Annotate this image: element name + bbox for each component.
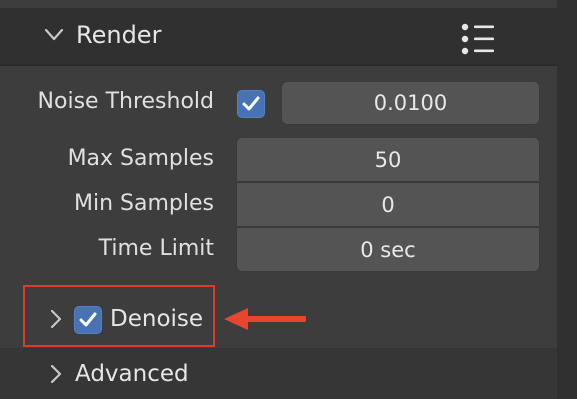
annotation-highlight-box xyxy=(23,285,215,347)
min-samples-label: Min Samples xyxy=(74,191,214,216)
render-panel-title: Render xyxy=(76,21,162,49)
time-limit-label: Time Limit xyxy=(98,236,214,261)
max-samples-label: Max Samples xyxy=(67,146,214,171)
min-samples-value: 0 xyxy=(381,192,395,217)
advanced-label: Advanced xyxy=(75,361,189,387)
scrollbar-track[interactable] xyxy=(557,0,577,399)
chevron-right-icon[interactable] xyxy=(50,364,62,384)
list-menu-icon[interactable] xyxy=(460,22,500,56)
noise-threshold-checkbox[interactable] xyxy=(237,90,265,118)
arrow-left-icon xyxy=(224,308,306,330)
chevron-down-icon[interactable] xyxy=(44,28,64,42)
noise-threshold-field[interactable]: 0.0100 xyxy=(281,81,540,125)
time-limit-value: 0 sec xyxy=(360,237,416,262)
noise-threshold-label: Noise Threshold xyxy=(37,89,214,114)
max-samples-field[interactable]: 50 xyxy=(236,137,540,182)
max-samples-value: 50 xyxy=(374,147,402,172)
min-samples-field[interactable]: 0 xyxy=(236,182,540,227)
time-limit-field[interactable]: 0 sec xyxy=(236,227,540,272)
noise-threshold-value: 0.0100 xyxy=(373,91,448,115)
header-divider xyxy=(0,64,557,66)
checkmark-icon xyxy=(242,96,260,111)
